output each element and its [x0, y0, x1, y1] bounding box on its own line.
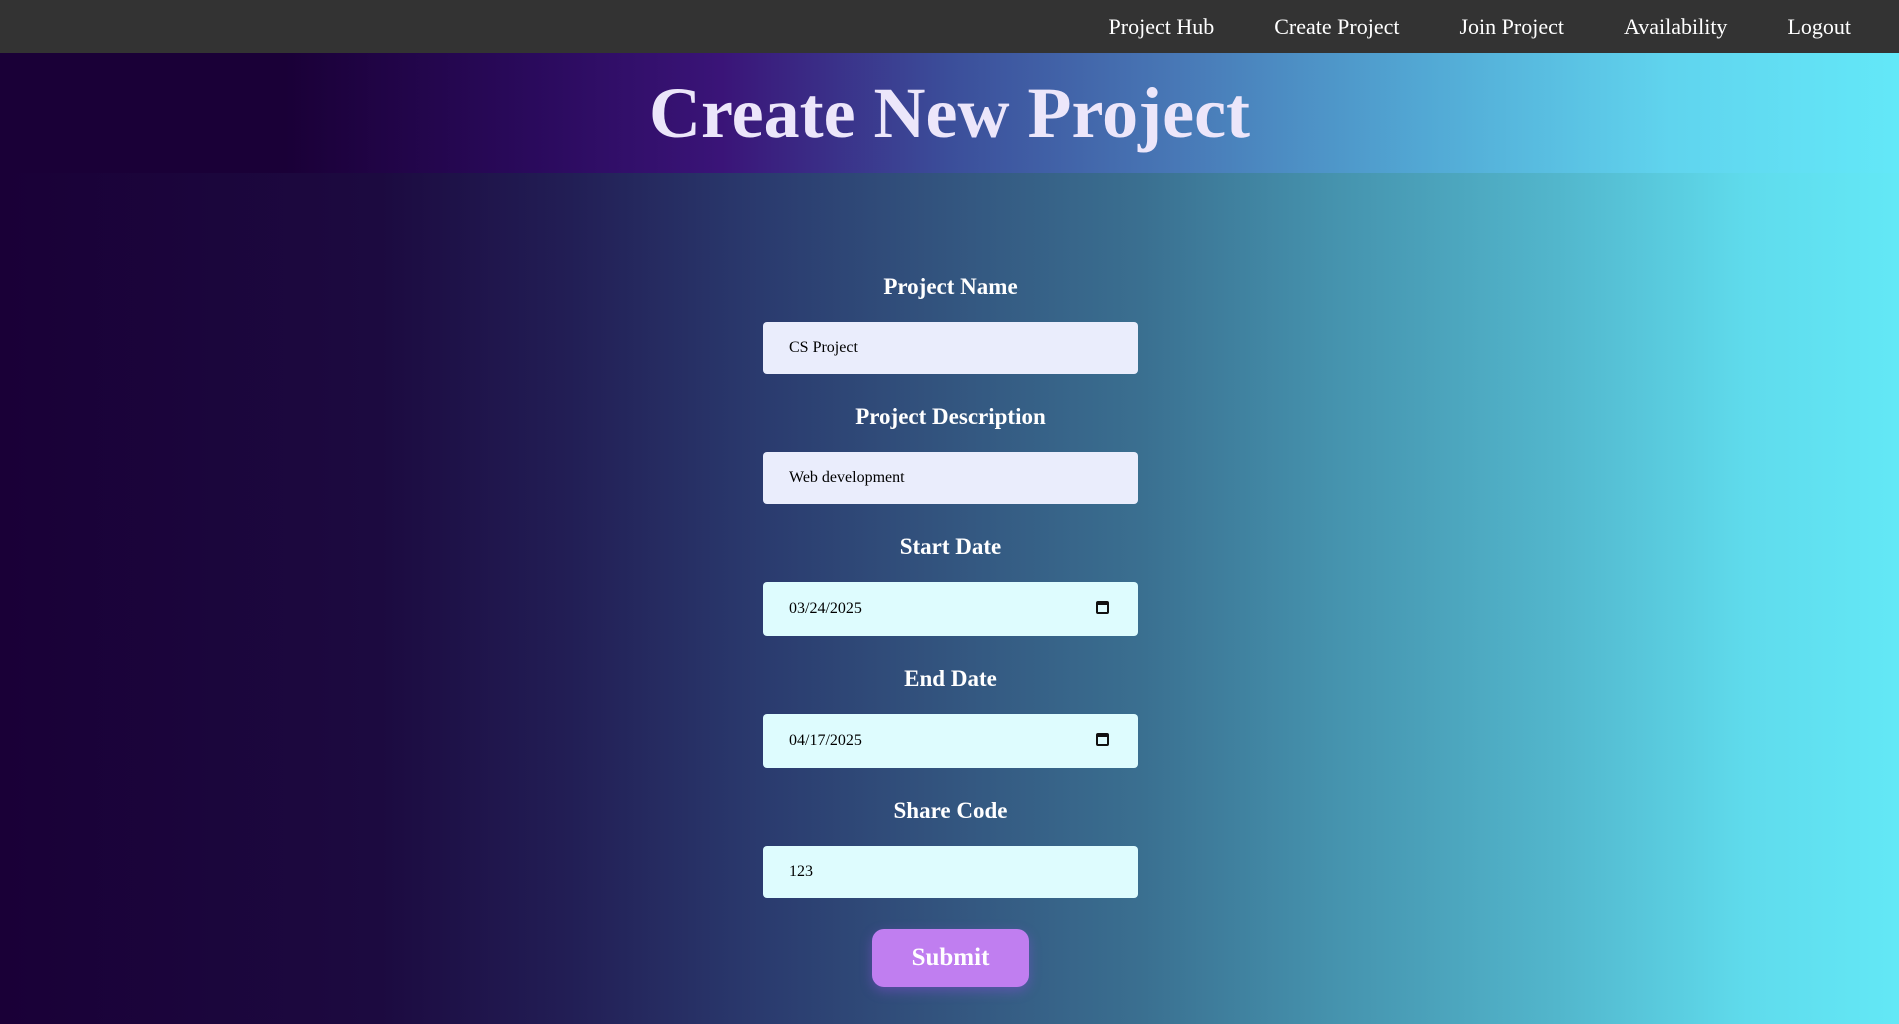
header-banner: Create New Project [0, 53, 1899, 173]
submit-button[interactable]: Submit [872, 929, 1029, 987]
start-date-group: Start Date [763, 530, 1138, 636]
start-date-input[interactable] [763, 582, 1138, 636]
project-description-input[interactable] [763, 452, 1138, 504]
project-name-group: Project Name [763, 270, 1138, 374]
nav-link-join-project[interactable]: Join Project [1459, 14, 1564, 40]
nav-link-logout[interactable]: Logout [1787, 14, 1851, 40]
page-title: Create New Project [649, 73, 1250, 153]
submit-wrap: Submit [763, 929, 1138, 987]
project-name-label: Project Name [883, 274, 1018, 299]
nav-link-create-project[interactable]: Create Project [1274, 14, 1399, 40]
end-date-group: End Date [763, 662, 1138, 768]
nav-link-project-hub[interactable]: Project Hub [1109, 14, 1215, 40]
end-date-input[interactable] [763, 714, 1138, 768]
top-navbar: Project Hub Create Project Join Project … [0, 0, 1899, 53]
nav-link-availability[interactable]: Availability [1624, 14, 1727, 40]
calendar-icon[interactable] [1096, 733, 1109, 746]
end-date-field [763, 714, 1138, 768]
project-description-group: Project Description [763, 400, 1138, 504]
end-date-label: End Date [904, 666, 997, 691]
start-date-label: Start Date [899, 534, 1002, 559]
start-date-field [763, 582, 1138, 636]
project-name-input[interactable] [763, 322, 1138, 374]
calendar-icon[interactable] [1096, 601, 1109, 614]
project-description-label: Project Description [855, 404, 1046, 429]
share-code-input[interactable] [763, 846, 1138, 898]
create-project-form: Project Name Project Description Start D… [763, 270, 1138, 987]
nav-links: Project Hub Create Project Join Project … [1109, 0, 1851, 53]
share-code-group: Share Code [763, 794, 1138, 898]
share-code-label: Share Code [893, 798, 1008, 823]
